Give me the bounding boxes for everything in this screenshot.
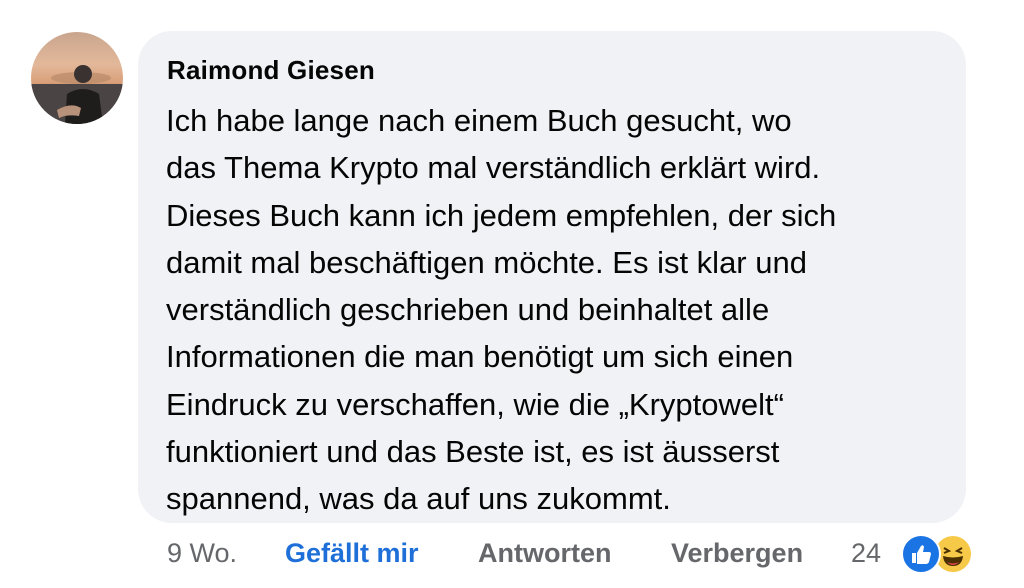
comment-timestamp[interactable]: 9 Wo. [167,538,237,569]
comment-actions: 9 Wo. Gefällt mir Antworten Verbergen 24 [0,534,1024,574]
comment-text-line: spannend, was da auf uns zukommt. [166,481,671,517]
comment-bubble: Raimond Giesen Ich habe lange nach einem… [138,31,966,523]
reply-button[interactable]: Antworten [478,538,611,569]
avatar[interactable] [31,32,123,124]
comment-text-line: damit mal beschäftigen möchte. Es ist kl… [166,244,807,280]
profile-photo [31,65,123,124]
comment-text-line: Eindruck zu verschaffen, wie die „Krypto… [166,386,784,422]
comment-text-line: das Thema Krypto mal verständlich erklär… [166,150,821,186]
reactions-summary[interactable] [893,534,977,574]
comment-author[interactable]: Raimond Giesen [167,55,375,86]
comment-text: Ich habe lange nach einem Buch gesucht, … [166,97,956,523]
comment-text-line: Ich habe lange nach einem Buch gesucht, … [166,103,792,138]
reaction-count[interactable]: 24 [851,538,881,569]
comment-text-line: verständlich geschrieben und beinhaltet … [166,292,770,328]
like-button[interactable]: Gefällt mir [285,538,419,569]
comment-text-line: funktioniert und das Beste ist, es ist ä… [166,434,780,470]
comment-text-line: Informationen die man benötigt um sich e… [166,339,794,375]
comment-text-line: Dieses Buch kann ich jedem empfehlen, de… [166,197,837,233]
like-icon [901,534,941,574]
hide-button[interactable]: Verbergen [671,538,803,569]
